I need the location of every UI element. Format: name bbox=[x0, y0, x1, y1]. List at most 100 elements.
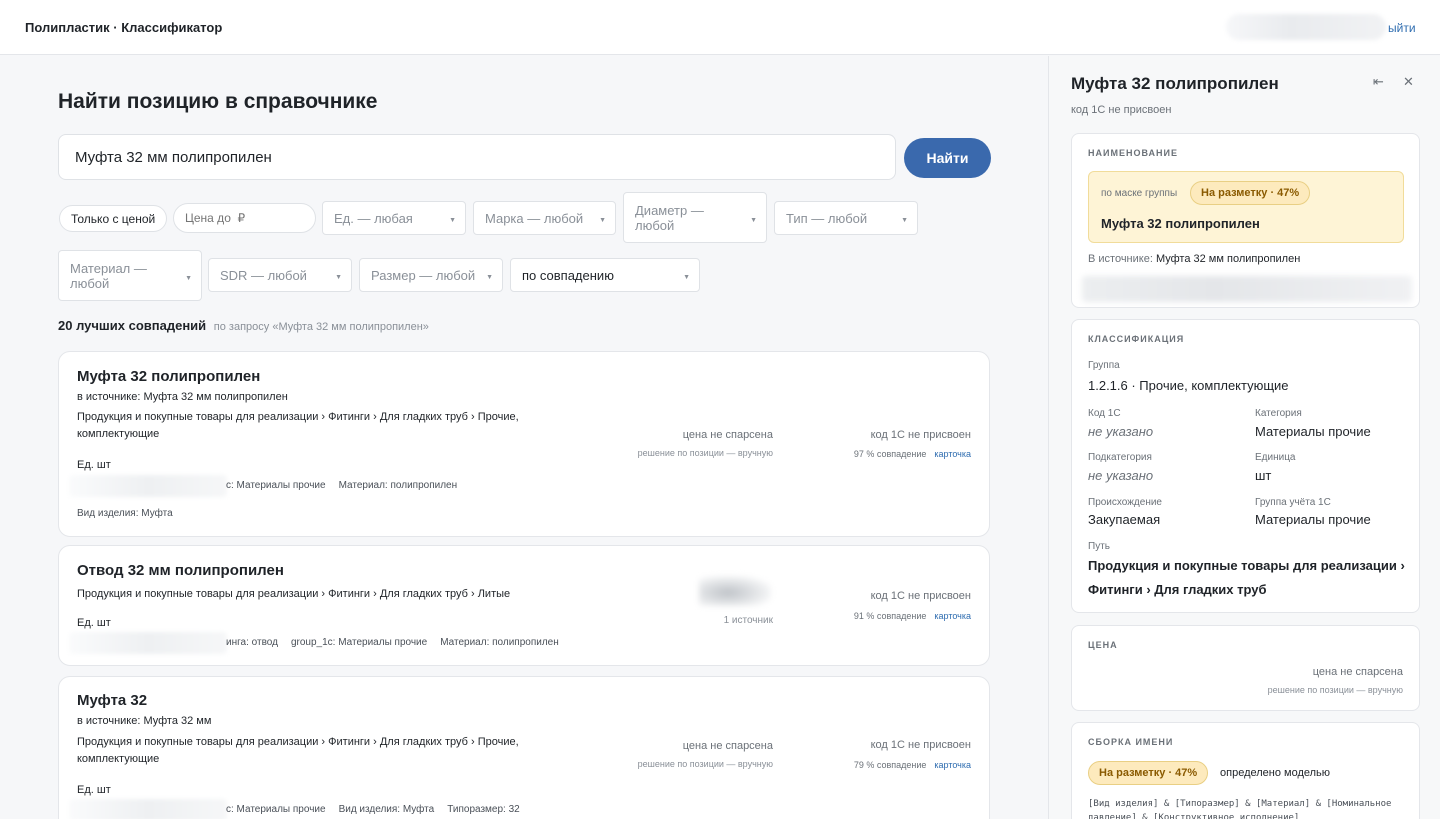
result-price: цена не спарсена bbox=[682, 740, 773, 752]
price-to-field[interactable] bbox=[173, 203, 316, 233]
close-icon[interactable]: ✕ bbox=[1403, 74, 1414, 90]
result-title[interactable]: Муфта 32 полипропилен bbox=[77, 368, 260, 385]
card-link[interactable]: карточка bbox=[934, 449, 971, 459]
card-link[interactable]: карточка bbox=[934, 760, 971, 770]
chevron-down-icon: ▼ bbox=[750, 216, 757, 224]
only-with-price-label: Только с ценой bbox=[71, 211, 156, 226]
price-section: ЦЕНА цена не спарсена решение по позиции… bbox=[1071, 625, 1420, 711]
status-badge: На разметку · 47% bbox=[1190, 181, 1311, 205]
name-assembly-section: СБОРКА ИМЕНИ На разметку · 47% определен… bbox=[1071, 722, 1420, 819]
group1c-value: Материалы прочие bbox=[1255, 512, 1371, 527]
search-input[interactable] bbox=[58, 134, 896, 180]
unit-select[interactable]: Ед. — любая ▼ bbox=[322, 201, 466, 235]
search-main: Найти позицию в справочнике Найти Только… bbox=[0, 56, 1048, 819]
result-code: код 1С не присвоен bbox=[870, 429, 971, 441]
category-value: Материалы прочие bbox=[1255, 424, 1371, 439]
blurred-content bbox=[1082, 276, 1412, 302]
result-attr: Вид изделия: Муфта bbox=[338, 804, 435, 815]
result-card[interactable]: Муфта 32 в источнике: Муфта 32 мм Продук… bbox=[58, 676, 990, 819]
result-match: 79 % совпадение карточка bbox=[854, 760, 971, 770]
result-attr: Материал: полипропилен bbox=[338, 480, 458, 491]
collapse-icon[interactable]: ⇤ bbox=[1373, 74, 1384, 90]
naming-section: НАИМЕНОВАНИЕ по маске группы На разметку… bbox=[1071, 133, 1420, 308]
result-match: 91 % совпадение карточка bbox=[854, 611, 971, 621]
result-price: цена не спарсена bbox=[682, 429, 773, 441]
origin-value: Закупаемая bbox=[1088, 512, 1161, 527]
diameter-select-value: Диаметр — любой bbox=[635, 202, 704, 233]
section-title: НАИМЕНОВАНИЕ bbox=[1088, 148, 1178, 158]
result-card[interactable]: Отвод 32 мм полипропилен Продукция и пок… bbox=[58, 545, 990, 666]
user-avatar-blurred bbox=[1226, 14, 1386, 40]
unit-select-value: Ед. — любая bbox=[334, 210, 413, 226]
origin-label: Происхождение bbox=[1088, 497, 1162, 508]
status-badge: На разметку · 47% bbox=[1088, 761, 1209, 785]
result-unit: Ед. шт bbox=[77, 784, 111, 796]
material-select[interactable]: Материал — любой ▼ bbox=[58, 250, 202, 301]
only-with-price-toggle[interactable]: Только с ценой bbox=[59, 205, 168, 232]
result-attr: с: Материалы прочие bbox=[226, 480, 326, 491]
result-decision: решение по позиции — вручную bbox=[637, 448, 773, 458]
category-label: Категория bbox=[1255, 408, 1302, 419]
size-select-value: Размер — любой bbox=[371, 267, 476, 283]
sdr-select-value: SDR — любой bbox=[220, 267, 307, 283]
result-code: код 1С не присвоен bbox=[870, 739, 971, 751]
chevron-down-icon: ▼ bbox=[335, 274, 342, 281]
result-path: Продукция и покупные товары для реализац… bbox=[77, 736, 519, 765]
price-decision: решение по позиции — вручную bbox=[1267, 685, 1403, 695]
subcategory-value: не указано bbox=[1088, 468, 1154, 483]
material-select-value: Материал — любой bbox=[70, 260, 147, 291]
price-value: цена не спарсена bbox=[1312, 666, 1403, 678]
unit-label: Единица bbox=[1255, 452, 1296, 463]
path-value: Продукция и покупные товары для реализац… bbox=[1088, 558, 1405, 597]
sort-select[interactable]: по совпадению ▼ bbox=[510, 258, 700, 292]
source-value: Муфта 32 мм полипропилен bbox=[1155, 253, 1301, 265]
chevron-down-icon: ▼ bbox=[683, 274, 690, 281]
type-select[interactable]: Тип — любой ▼ bbox=[774, 201, 918, 235]
unit-value: шт bbox=[1255, 468, 1272, 483]
assembly-note: определено моделью bbox=[1220, 767, 1331, 779]
results-query: по запросу «Муфта 32 мм полипропилен» bbox=[213, 321, 429, 333]
result-title[interactable]: Отвод 32 мм полипропилен bbox=[77, 562, 284, 579]
source-label: В источнике: bbox=[1088, 253, 1153, 265]
result-title[interactable]: Муфта 32 bbox=[77, 692, 147, 709]
panel-title: Муфта 32 полипропилен bbox=[1071, 74, 1279, 93]
source-name: В источнике: Муфта 32 мм полипропилен bbox=[1088, 253, 1300, 265]
result-source: в источнике: Муфта 32 мм полипропилен bbox=[77, 391, 288, 403]
match-percent: 79 % совпадение bbox=[853, 760, 927, 770]
result-sources: 1 источник bbox=[723, 615, 773, 626]
brand-select-value: Марка — любой bbox=[485, 210, 584, 226]
result-attributes: с: Материалы прочие Материал: полипропиле… bbox=[226, 480, 470, 491]
brand-select[interactable]: Марка — любой ▼ bbox=[473, 201, 616, 235]
chevron-down-icon: ▼ bbox=[486, 274, 493, 281]
classification-section: КЛАССИФИКАЦИЯ Группа 1.2.1.6 · Прочие, к… bbox=[1071, 319, 1420, 613]
group-value: 1.2.1.6 · Прочие, комплектующие bbox=[1088, 378, 1289, 393]
match-percent: 97 % совпадение bbox=[853, 449, 927, 459]
subcategory-label: Подкатегория bbox=[1088, 452, 1152, 463]
group-label: Группа bbox=[1088, 360, 1120, 371]
search-button[interactable]: Найти bbox=[904, 138, 991, 178]
panel-subtitle: код 1С не присвоен bbox=[1071, 104, 1172, 116]
result-match: 97 % совпадение карточка bbox=[854, 449, 971, 459]
result-attributes: с: Материалы прочие Вид изделия: Муфта Тип… bbox=[226, 804, 533, 815]
top-bar: Полипластик · Классификатор ыйти bbox=[0, 0, 1440, 55]
result-decision: решение по позиции — вручную bbox=[637, 759, 773, 769]
logout-link[interactable]: ыйти bbox=[1388, 21, 1416, 35]
result-attributes: инга: отвод group_1c: Материалы прочие Мат… bbox=[226, 637, 572, 648]
mask-label: по маске группы bbox=[1101, 188, 1178, 199]
assembly-formula: [Вид изделия] & [Типоразмер] & [Материал… bbox=[1088, 799, 1392, 819]
path-label: Путь bbox=[1088, 541, 1110, 552]
price-to-input[interactable] bbox=[185, 211, 304, 225]
chevron-down-icon: ▼ bbox=[185, 274, 192, 282]
app-title: Полипластик · Классификатор bbox=[25, 20, 223, 35]
card-link[interactable]: карточка bbox=[934, 611, 971, 621]
results-count: 20 лучших совпадений bbox=[58, 318, 207, 333]
result-card[interactable]: Муфта 32 полипропилен в источнике: Муфта… bbox=[58, 351, 990, 537]
result-attr: с: Материалы прочие bbox=[226, 804, 326, 815]
sdr-select[interactable]: SDR — любой ▼ bbox=[208, 258, 352, 292]
size-select[interactable]: Размер — любой ▼ bbox=[359, 258, 503, 292]
diameter-select[interactable]: Диаметр — любой ▼ bbox=[623, 192, 767, 243]
chevron-down-icon: ▼ bbox=[449, 217, 456, 224]
blurred-attribute bbox=[69, 799, 227, 819]
type-select-value: Тип — любой bbox=[786, 210, 868, 226]
result-attr: group_1c: Материалы прочие bbox=[290, 637, 428, 648]
